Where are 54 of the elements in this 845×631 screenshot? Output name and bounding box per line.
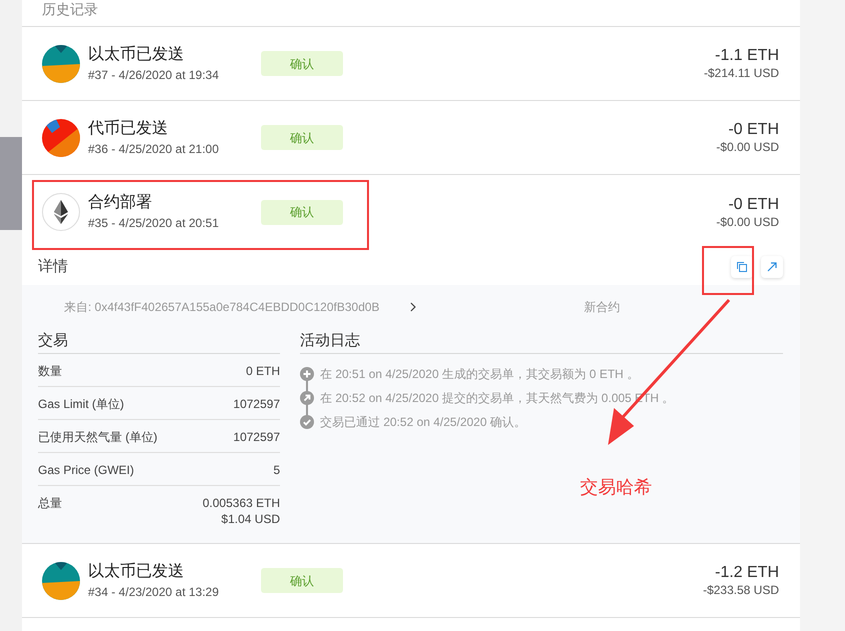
transaction-heading: 交易 (38, 329, 280, 354)
ethereum-icon (42, 193, 80, 231)
transaction-date: #37 - 4/26/2020 at 19:34 (88, 66, 220, 82)
highlight-frame (702, 246, 754, 295)
eth-amount: -1.1 ETH (714, 46, 779, 66)
detail-label: Gas Price (GWEI) (38, 463, 134, 477)
detail-value: $1.04 USD (221, 512, 280, 526)
open-external-button[interactable] (761, 256, 783, 278)
detail-value: 1072597 (233, 397, 280, 411)
transaction-row[interactable]: 合约部署 #35 - 4/25/2020 at 20:51 确认 -0 ETH -$0.00 USD (22, 175, 800, 249)
sender-address: 来自: 0x4f43fF402657A155a0e784C4EBDD0C120fB30d0B (64, 299, 381, 316)
identicon-icon (42, 562, 80, 600)
detail-label: 总量 (38, 496, 62, 510)
transaction-date: #35 - 4/25/2020 at 20:51 (88, 215, 220, 231)
section-title: 历史记录 (42, 0, 98, 18)
transaction-title: 以太币已发送 (88, 562, 185, 582)
detail-value: 0 ETH (246, 364, 280, 378)
transaction-date: #36 - 4/25/2020 at 21:00 (88, 140, 220, 156)
eth-amount: -1.2 ETH (714, 563, 779, 583)
detail-value: 0.005363 ETH (202, 496, 280, 510)
identicon-icon (42, 118, 80, 156)
fiat-amount: -$0.00 USD (716, 214, 779, 230)
transaction-row[interactable]: 代币已发送 #36 - 4/25/2020 at 21:00 确认 -0 ETH -$0.00 USD (22, 101, 800, 175)
fiat-amount: -$0.00 USD (716, 140, 779, 155)
activity-entry: 交易已通过 20:52 on 4/25/2020 确认。 (320, 414, 526, 430)
transaction-title: 以太币已发送 (88, 44, 185, 64)
details-title: 详情 (38, 256, 68, 277)
activity-entry: 在 20:51 on 4/25/2020 生成的交易单，其交易额为 0 ETH 。 (320, 366, 639, 382)
fiat-amount: -$214.11 USD (704, 66, 779, 81)
chevron-right-icon (410, 302, 416, 312)
detail-value: 1072597 (233, 430, 280, 444)
arrow-icon (767, 262, 777, 272)
detail-label: 已使用天然气量 (单位) (38, 430, 158, 444)
transaction-date: #34 - 4/23/2020 at 13:29 (88, 584, 220, 600)
detail-value: 5 (273, 463, 280, 477)
status-badge: 确认 (261, 51, 343, 76)
eth-amount: -0 ETH (728, 120, 779, 140)
detail-label: 数量 (38, 364, 62, 378)
eth-amount: -0 ETH (728, 194, 779, 214)
transaction-title: 代币已发送 (88, 118, 169, 138)
activity-log-heading: 活动日志 (300, 329, 783, 354)
identicon-icon (42, 44, 80, 82)
transaction-title: 合约部署 (88, 193, 153, 213)
status-badge: 确认 (261, 125, 343, 150)
detail-label: Gas Limit (单位) (38, 397, 124, 411)
recipient-label: 新合约 (584, 299, 620, 316)
annotation-label: 交易哈希 (580, 476, 652, 499)
transaction-row[interactable]: 以太币已发送 #34 - 4/23/2020 at 13:29 确认 -1.2 ETH -$233.58 USD (22, 544, 800, 618)
transaction-row[interactable]: 以太币已发送 #37 - 4/26/2020 at 19:34 确认 -1.1 ETH -$214.11 USD (22, 27, 800, 101)
fiat-amount: -$233.58 USD (702, 583, 779, 598)
copy-icon (737, 262, 747, 272)
status-badge: 确认 (261, 568, 343, 593)
status-badge: 确认 (261, 200, 343, 224)
copy-button[interactable] (731, 256, 753, 278)
